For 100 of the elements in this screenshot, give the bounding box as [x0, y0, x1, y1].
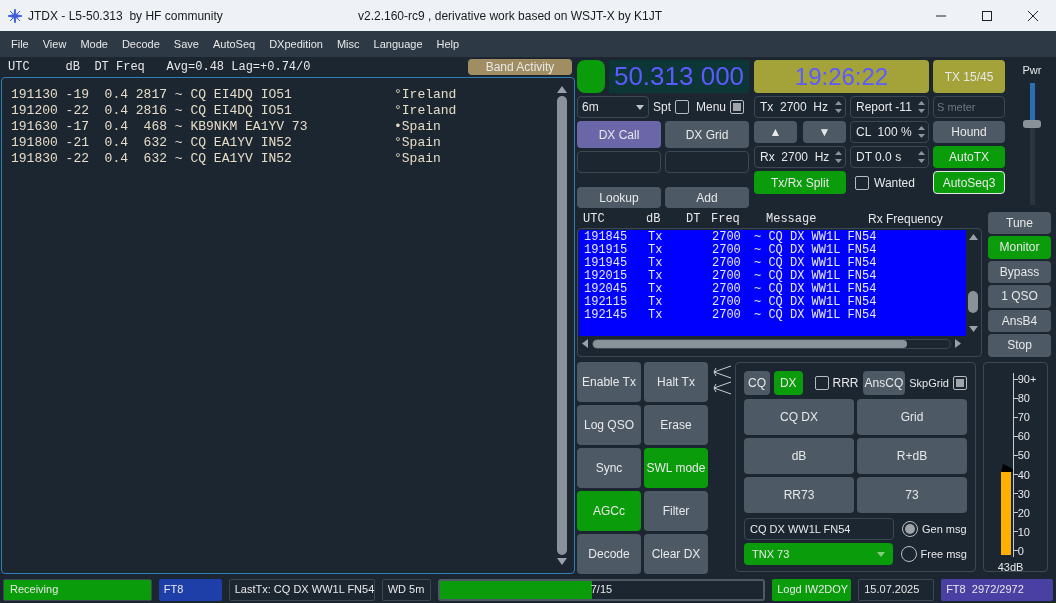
hound-button[interactable]: Hound [933, 121, 1005, 143]
scroll-up-icon[interactable] [557, 86, 567, 93]
autotx-button[interactable]: AutoTX [933, 146, 1005, 168]
table-cell-text: Tx [648, 243, 664, 257]
dx-grid-field[interactable] [665, 151, 749, 173]
tx-rx-split-button[interactable]: Tx/Rx Split [754, 171, 846, 194]
spin-arrows-icon[interactable] [917, 124, 926, 140]
table-cell: ~ CQ DX WW1L FN54 [754, 308, 877, 322]
power-slider[interactable] [1023, 82, 1041, 205]
control-button[interactable]: Sync [577, 448, 641, 488]
control-button[interactable]: AGCc [577, 491, 641, 531]
control-button[interactable]: SWL mode [644, 448, 708, 488]
peak-marker-icon [1000, 463, 1013, 472]
band-dropdown[interactable]: 6m [577, 96, 649, 118]
scroll-down-icon[interactable] [557, 558, 567, 565]
scroll-down-icon[interactable] [968, 325, 978, 332]
dx-call-field[interactable] [577, 151, 661, 173]
control-button[interactable]: Log QSO [577, 405, 641, 445]
dx-grid-button[interactable]: DX Grid [665, 121, 749, 148]
checkbox[interactable] [855, 175, 869, 190]
scroll-left-icon[interactable] [582, 339, 588, 348]
side-button[interactable]: Stop [988, 334, 1051, 357]
message-button[interactable]: Grid [857, 399, 967, 435]
caret-icon [876, 551, 885, 557]
control-button[interactable]: Decode [577, 534, 641, 574]
menu-item[interactable]: Save [166, 35, 206, 53]
maximize-icon[interactable] [982, 10, 992, 21]
message-button[interactable]: dB [744, 438, 854, 474]
decode-line: 191130 -19 0.4 2817 ~ CQ EI4DQ IO51 [11, 87, 293, 103]
message-button[interactable]: 73 [857, 477, 967, 513]
message-button[interactable]: R+dB [857, 438, 967, 474]
dx-call-button[interactable]: DX Call [577, 121, 661, 148]
checkbox[interactable] [675, 100, 689, 114]
free-text-field[interactable]: CQ DX WW1L FN54 [744, 518, 894, 540]
menu-item[interactable]: DXpedition [262, 35, 330, 53]
spin-box[interactable]: CL 100 % [850, 121, 929, 143]
menu-item[interactable]: Mode [73, 35, 115, 53]
autoseq-button[interactable]: AutoSeq3 [933, 171, 1005, 194]
side-button[interactable]: Monitor [988, 236, 1051, 259]
menu-label: Menu [696, 99, 727, 116]
mode-button[interactable]: CQ [744, 371, 770, 395]
table-cell-text: 191945 [584, 256, 629, 270]
spin-box[interactable]: DT 0.0 s [850, 146, 929, 168]
side-button[interactable]: 1 QSO [988, 285, 1051, 308]
scroll-right-icon[interactable] [955, 339, 961, 348]
spin-arrows-icon[interactable] [834, 149, 843, 165]
power-slider-thumb[interactable] [1023, 119, 1041, 128]
table-cell: ~ CQ DX WW1L FN54 [754, 256, 877, 270]
add-button[interactable]: Add [665, 187, 749, 208]
scroll-up-icon[interactable] [968, 233, 978, 240]
down-button[interactable]: ▼ [803, 121, 846, 143]
signal-reading: 43dB [997, 560, 1024, 575]
message-button[interactable]: CQ DX [744, 399, 854, 435]
spin-arrows-icon[interactable] [917, 99, 926, 115]
table-cell: ~ CQ DX WW1L FN54 [754, 269, 877, 283]
close-icon[interactable] [1028, 10, 1038, 21]
menu-item[interactable]: View [35, 35, 74, 53]
table-cell-text: 2700 [712, 256, 742, 270]
scroll-thumb[interactable] [593, 339, 908, 348]
control-button[interactable]: Halt Tx [644, 362, 708, 402]
preset-message-dropdown[interactable]: TNX 73 [744, 543, 893, 565]
rrr-label: RRR [832, 375, 859, 392]
up-button[interactable]: ▲ [754, 121, 797, 143]
spin-box[interactable]: Tx 2700 Hz [754, 96, 846, 118]
checkbox[interactable] [730, 100, 745, 114]
side-button[interactable]: Bypass [988, 260, 1051, 283]
control-button[interactable]: Clear DX [644, 534, 708, 574]
control-button[interactable]: Enable Tx [577, 362, 641, 402]
control-button[interactable]: Filter [644, 491, 708, 531]
checkbox[interactable] [953, 376, 967, 390]
spin-box[interactable]: Report -11 [850, 96, 929, 118]
side-button[interactable]: Tune [988, 211, 1051, 234]
table-cell-text: Tx [648, 282, 664, 296]
menu-item[interactable]: File [4, 35, 36, 53]
power-label: Pwr [1022, 63, 1042, 78]
meter-tick-label: 20 [1017, 506, 1030, 519]
spin-box[interactable]: Rx 2700 Hz [754, 146, 846, 168]
table-cell-text: Tx [648, 269, 664, 283]
tab-icon[interactable] [711, 365, 732, 379]
menu-item[interactable]: Misc [329, 35, 367, 53]
tab-icon[interactable] [711, 381, 732, 395]
anscq-button[interactable]: AnsCQ [862, 371, 906, 395]
scroll-thumb[interactable] [557, 96, 567, 555]
scroll-thumb[interactable] [968, 290, 978, 313]
s-meter-field[interactable]: S meter [933, 96, 1005, 118]
decode-line: 191200 -22 0.4 2816 ~ CQ EI4DQ IO51 [11, 103, 293, 119]
control-button[interactable]: Erase [644, 405, 708, 445]
side-button[interactable]: AnsB4 [988, 309, 1051, 332]
spin-arrows-icon[interactable] [917, 149, 926, 165]
message-button[interactable]: RR73 [744, 477, 854, 513]
menu-item[interactable]: Decode [114, 35, 167, 53]
menu-item[interactable]: Help [429, 35, 467, 53]
spin-arrows-icon[interactable] [834, 99, 843, 115]
menu-item[interactable]: AutoSeq [205, 35, 263, 53]
lookup-button[interactable]: Lookup [577, 187, 661, 208]
meter-tick-label: 0 [1017, 545, 1024, 557]
table-cell: ~ CQ DX WW1L FN54 [754, 282, 877, 296]
menu-item[interactable]: Language [366, 35, 430, 53]
checkbox[interactable] [814, 376, 829, 390]
window-title: JTDX - L5-50.313 by HF community [28, 7, 224, 25]
